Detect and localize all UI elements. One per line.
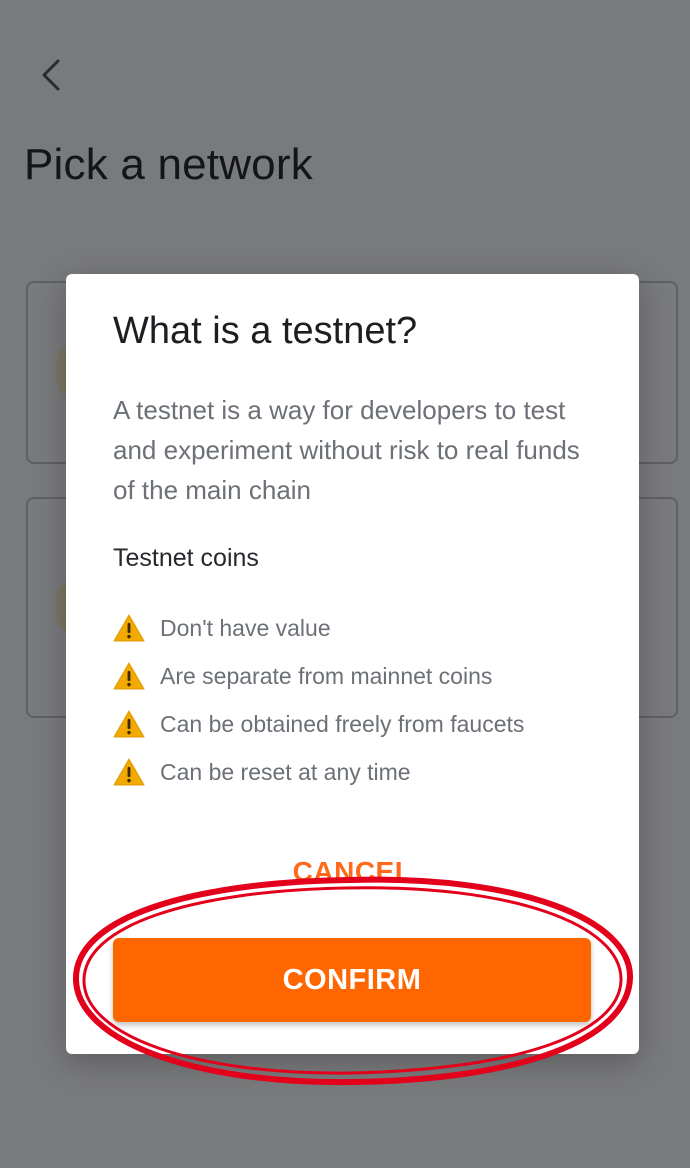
warning-item: Can be obtained freely from faucets [113,700,524,748]
page-title: Pick a network [24,140,313,189]
warning-list: Don't have value Are separate from mainn… [113,604,524,796]
cancel-button[interactable]: CANCEL [66,856,639,888]
warning-item: Can be reset at any time [113,748,524,796]
warning-text: Can be obtained freely from faucets [160,710,525,737]
chevron-left-icon [42,59,60,91]
warning-triangle-icon [113,613,145,643]
warning-triangle-icon [113,661,145,691]
section-title: Testnet coins [113,544,259,572]
warning-text: Don't have value [160,614,331,641]
warning-text: Can be reset at any time [160,758,411,785]
warning-item: Are separate from mainnet coins [113,652,524,700]
warning-item: Don't have value [113,604,524,652]
warning-triangle-icon [113,709,145,739]
warning-triangle-icon [113,757,145,787]
dialog-title: What is a testnet? [113,310,418,352]
warning-text: Are separate from mainnet coins [160,662,493,689]
dialog-description: A testnet is a way for developers to tes… [113,395,580,505]
confirm-button[interactable]: CONFIRM [113,938,591,1022]
testnet-info-dialog: What is a testnet? A testnet is a way fo… [66,274,639,1054]
back-button[interactable] [30,50,74,100]
